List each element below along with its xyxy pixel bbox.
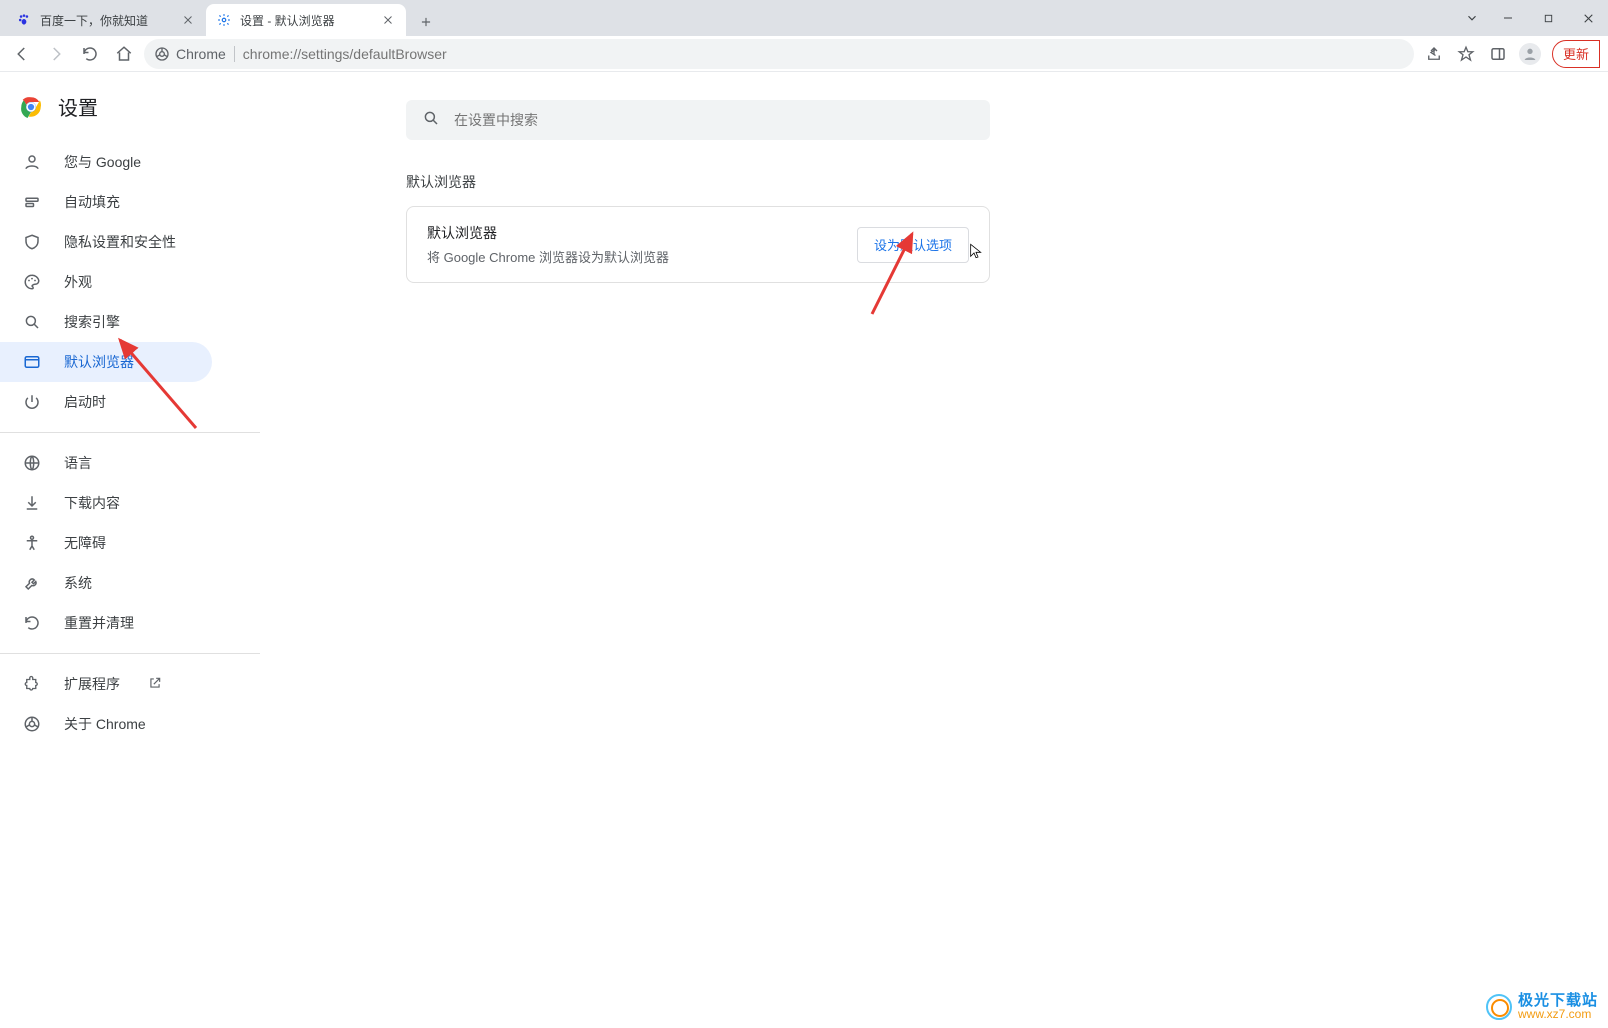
share-button[interactable] — [1420, 40, 1448, 68]
url-text: chrome://settings/defaultBrowser — [243, 46, 447, 62]
close-icon[interactable] — [180, 12, 196, 28]
section-title: 默认浏览器 — [406, 172, 1608, 192]
sidebar-item-languages[interactable]: 语言 — [0, 443, 212, 483]
watermark-url: www.xz7.com — [1518, 1008, 1598, 1020]
reload-button[interactable] — [76, 40, 104, 68]
site-info-button[interactable]: Chrome — [154, 46, 226, 62]
settings-sidebar: 您与 Google 自动填充 隐私设置和安全性 外观 搜索引擎 默认浏览器 启动… — [0, 72, 260, 1028]
tab-settings[interactable]: 设置 - 默认浏览器 — [206, 4, 406, 36]
bookmark-button[interactable] — [1452, 40, 1480, 68]
address-bar[interactable]: Chrome chrome://settings/defaultBrowser — [144, 39, 1414, 69]
sidebar-item-label: 重置并清理 — [64, 613, 134, 633]
tabs-dropdown-button[interactable] — [1456, 3, 1488, 33]
avatar-icon — [1519, 43, 1541, 65]
power-icon — [22, 392, 42, 412]
sidebar-item-label: 下载内容 — [64, 493, 120, 513]
sidebar-item-label: 语言 — [64, 453, 92, 473]
tab-strip: 百度一下，你就知道 设置 - 默认浏览器 — [0, 0, 1608, 36]
settings-search-input[interactable] — [454, 112, 974, 128]
watermark-text: 极光下载站 — [1518, 993, 1598, 1008]
search-icon — [422, 109, 440, 132]
sidebar-divider — [0, 653, 260, 654]
card-subtitle: 将 Google Chrome 浏览器设为默认浏览器 — [427, 247, 669, 266]
palette-icon — [22, 272, 42, 292]
maximize-button[interactable] — [1528, 3, 1568, 33]
browser-icon — [22, 352, 42, 372]
baidu-paw-icon — [16, 12, 32, 28]
profile-button[interactable] — [1516, 40, 1544, 68]
gear-icon — [216, 12, 232, 28]
settings-header: 设置 — [18, 92, 98, 121]
sidebar-item-label: 系统 — [64, 573, 92, 593]
globe-icon — [22, 453, 42, 473]
sidebar-item-label: 隐私设置和安全性 — [64, 232, 176, 252]
chrome-logo-icon — [18, 94, 44, 120]
search-icon — [22, 312, 42, 332]
separator — [234, 46, 235, 62]
window-close-button[interactable] — [1568, 3, 1608, 33]
person-icon — [22, 152, 42, 172]
shield-icon — [22, 232, 42, 252]
side-panel-button[interactable] — [1484, 40, 1512, 68]
sidebar-item-label: 外观 — [64, 272, 92, 292]
sidebar-item-downloads[interactable]: 下载内容 — [0, 483, 212, 523]
sidebar-item-default-browser[interactable]: 默认浏览器 — [0, 342, 212, 382]
sidebar-item-autofill[interactable]: 自动填充 — [0, 182, 212, 222]
card-title: 默认浏览器 — [427, 223, 669, 243]
sidebar-item-accessibility[interactable]: 无障碍 — [0, 523, 212, 563]
back-button[interactable] — [8, 40, 36, 68]
settings-page: 设置 您与 Google 自动填充 隐私设置和安全性 外观 搜索引擎 — [0, 72, 1608, 1028]
sidebar-item-extensions[interactable]: 扩展程序 — [0, 664, 212, 704]
sidebar-item-search-engine[interactable]: 搜索引擎 — [0, 302, 212, 342]
sidebar-item-label: 启动时 — [64, 392, 106, 412]
accessibility-icon — [22, 533, 42, 553]
sidebar-item-label: 自动填充 — [64, 192, 120, 212]
page-title: 设置 — [58, 92, 98, 121]
sidebar-item-privacy[interactable]: 隐私设置和安全性 — [0, 222, 212, 262]
sidebar-item-you-and-google[interactable]: 您与 Google — [0, 142, 212, 182]
settings-search[interactable] — [406, 100, 990, 140]
sidebar-item-label: 您与 Google — [64, 152, 141, 172]
update-button[interactable]: 更新 — [1552, 40, 1600, 68]
tab-title: 设置 - 默认浏览器 — [240, 12, 372, 29]
sidebar-item-system[interactable]: 系统 — [0, 563, 212, 603]
sidebar-item-on-startup[interactable]: 启动时 — [0, 382, 212, 422]
sidebar-item-label: 无障碍 — [64, 533, 106, 553]
forward-button[interactable] — [42, 40, 70, 68]
chrome-outline-icon — [154, 46, 170, 62]
restore-icon — [22, 613, 42, 633]
chrome-outline-icon — [22, 714, 42, 734]
sidebar-item-appearance[interactable]: 外观 — [0, 262, 212, 302]
sidebar-item-about-chrome[interactable]: 关于 Chrome — [0, 704, 212, 744]
close-icon[interactable] — [380, 12, 396, 28]
tab-baidu[interactable]: 百度一下，你就知道 — [6, 4, 206, 36]
update-label: 更新 — [1563, 44, 1589, 63]
settings-main: 默认浏览器 默认浏览器 将 Google Chrome 浏览器设为默认浏览器 设… — [260, 72, 1608, 1028]
browser-toolbar: Chrome chrome://settings/defaultBrowser … — [0, 36, 1608, 72]
sidebar-item-label: 搜索引擎 — [64, 312, 120, 332]
set-default-button[interactable]: 设为默认选项 — [857, 227, 969, 263]
download-icon — [22, 493, 42, 513]
autofill-icon — [22, 192, 42, 212]
home-button[interactable] — [110, 40, 138, 68]
puzzle-icon — [22, 674, 42, 694]
watermark-logo-icon — [1486, 994, 1512, 1020]
site-label: Chrome — [176, 46, 226, 62]
sidebar-divider — [0, 432, 260, 433]
wrench-icon — [22, 573, 42, 593]
minimize-button[interactable] — [1488, 3, 1528, 33]
new-tab-button[interactable] — [412, 8, 440, 36]
external-link-icon — [148, 676, 162, 693]
sidebar-item-label: 扩展程序 — [64, 674, 120, 694]
watermark: 极光下载站 www.xz7.com — [1486, 993, 1598, 1020]
sidebar-item-label: 关于 Chrome — [64, 714, 146, 734]
tab-title: 百度一下，你就知道 — [40, 12, 172, 29]
sidebar-item-reset[interactable]: 重置并清理 — [0, 603, 212, 643]
default-browser-card: 默认浏览器 将 Google Chrome 浏览器设为默认浏览器 设为默认选项 — [406, 206, 990, 283]
sidebar-item-label: 默认浏览器 — [64, 352, 134, 372]
